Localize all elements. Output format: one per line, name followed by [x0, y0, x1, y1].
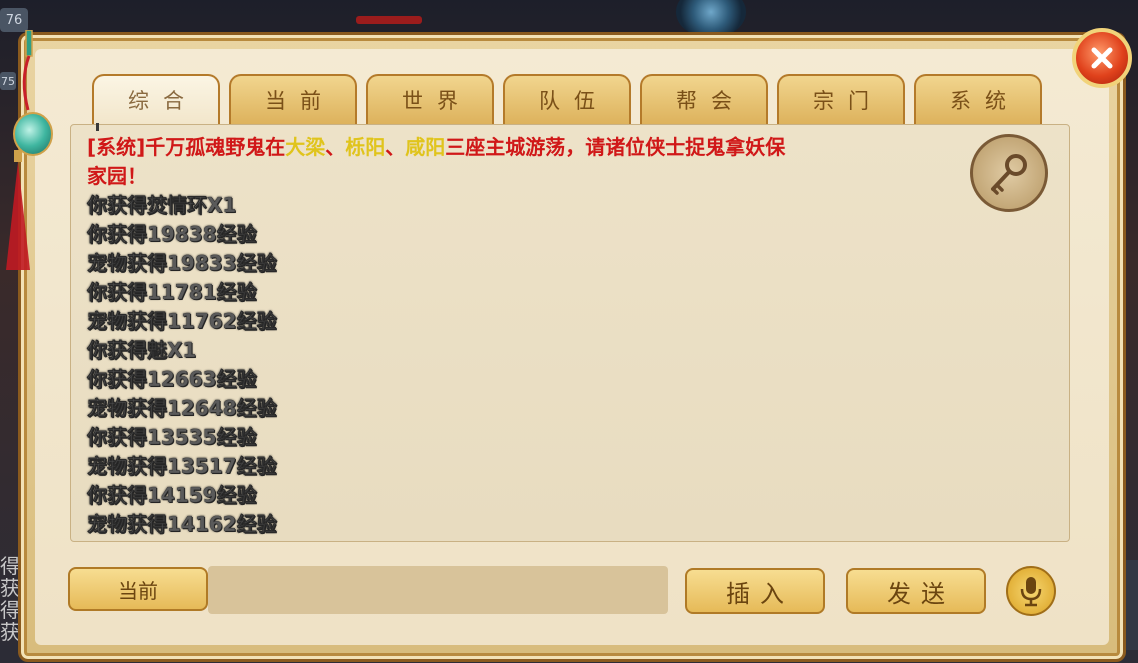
- chat-line: 宠物获得12648经验: [87, 396, 277, 420]
- chat-line: 你获得焚情环X1: [87, 193, 237, 217]
- tab-sect[interactable]: 宗门: [777, 74, 905, 124]
- chat-log[interactable]: [系统]千万孤魂野鬼在大梁、栎阳、咸阳三座主城游荡，请诸位侠士捉鬼拿妖保 家园！…: [70, 124, 1070, 542]
- system-message-suffix: 三座主城游荡，请诸位侠士捉鬼拿妖保: [445, 135, 786, 159]
- chat-lines: [系统]千万孤魂野鬼在大梁、栎阳、咸阳三座主城游荡，请诸位侠士捉鬼拿妖保 家园！…: [87, 133, 989, 539]
- chat-line: 宠物获得19833经验: [87, 251, 277, 275]
- chat-line: 你获得13535经验: [87, 425, 257, 449]
- key-icon: [991, 154, 1027, 195]
- channel-select-button[interactable]: 当前: [68, 567, 208, 611]
- insert-button[interactable]: 插入: [685, 568, 825, 614]
- city-name: 大梁: [285, 135, 326, 159]
- voice-button[interactable]: [1006, 566, 1056, 616]
- close-button[interactable]: [1072, 28, 1132, 88]
- chat-line: 你获得魅X1: [87, 338, 197, 362]
- close-icon: [1091, 47, 1113, 69]
- microphone-icon: [1020, 577, 1042, 607]
- system-message: [系统]千万孤魂野鬼在大梁、栎阳、咸阳三座主城游荡，请诸位侠士捉鬼拿妖保: [87, 133, 989, 162]
- chat-line: 宠物获得13517经验: [87, 454, 277, 478]
- chat-line: 宠物获得14162经验: [87, 512, 277, 536]
- background-chat-text: 得获得获: [0, 554, 20, 644]
- chat-line: 宠物获得11762经验: [87, 309, 277, 333]
- tab-guild[interactable]: 帮会: [640, 74, 768, 124]
- system-message-continued: 家园！: [87, 164, 147, 188]
- system-message-prefix: [系统]千万孤魂野鬼在: [87, 135, 286, 159]
- level-badge: 76: [0, 8, 28, 32]
- chat-line: 你获得12663经验: [87, 367, 257, 391]
- lock-scroll-button[interactable]: [970, 134, 1048, 212]
- tab-system[interactable]: 系统: [914, 74, 1042, 124]
- city-name: 咸阳: [405, 135, 446, 159]
- tab-team[interactable]: 队伍: [503, 74, 631, 124]
- chat-input[interactable]: [208, 566, 668, 614]
- tab-world[interactable]: 世界: [366, 74, 494, 124]
- chat-line: 你获得19838经验: [87, 222, 257, 246]
- channel-tabs: 综合 当前 世界 队伍 帮会 宗门 系统: [92, 74, 1042, 126]
- text-cursor: [96, 123, 99, 131]
- city-name: 栎阳: [345, 135, 386, 159]
- tab-current[interactable]: 当前: [229, 74, 357, 124]
- chat-line: 你获得11781经验: [87, 280, 257, 304]
- tassel-decoration: [6, 150, 30, 270]
- chat-line: 你获得14159经验: [87, 483, 257, 507]
- separator: 、: [385, 135, 406, 159]
- send-button[interactable]: 发送: [846, 568, 986, 614]
- separator: 、: [325, 135, 346, 159]
- hp-bar: [356, 16, 422, 24]
- tab-all[interactable]: 综合: [92, 74, 220, 124]
